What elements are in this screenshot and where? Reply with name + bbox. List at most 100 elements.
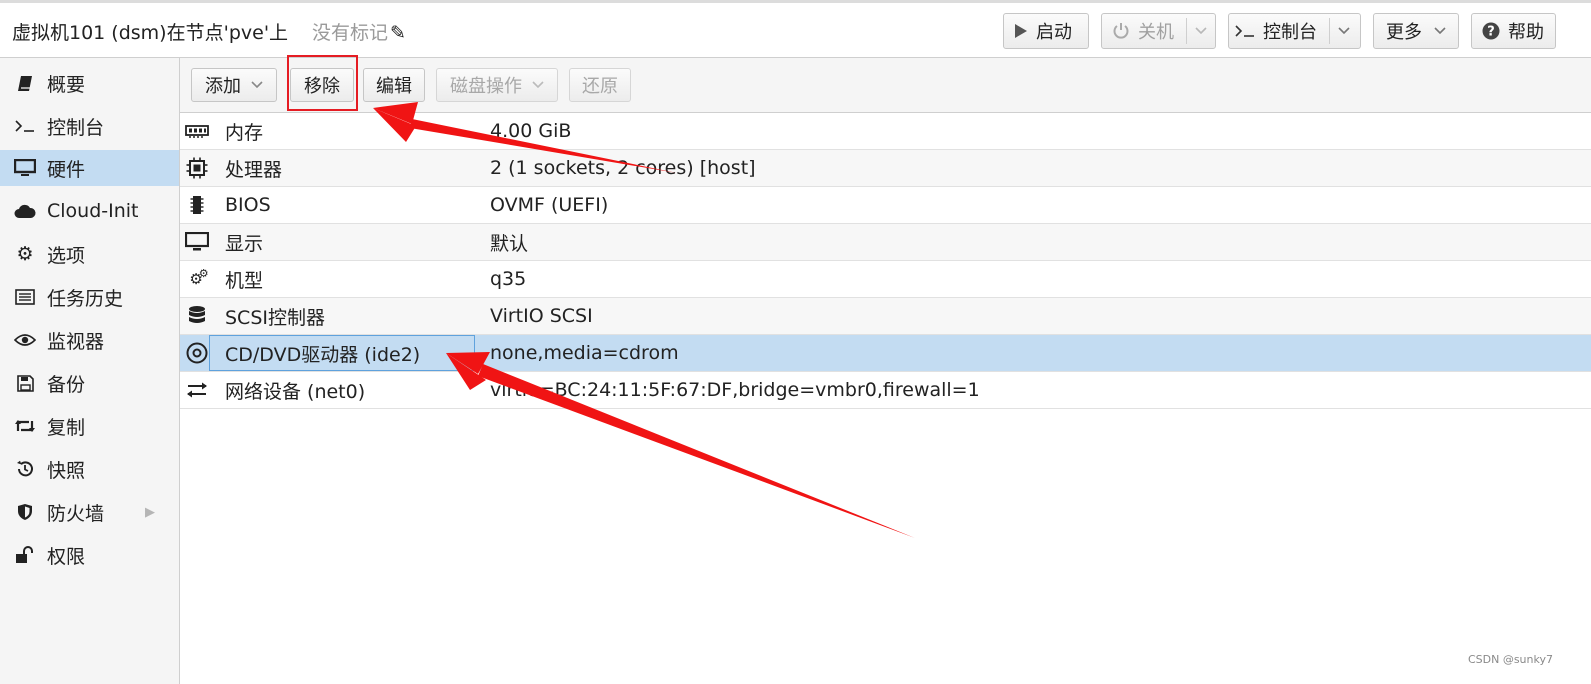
chevron-down-icon [532, 81, 544, 89]
exchange-icon [184, 382, 210, 398]
edit-button-label: 编辑 [376, 76, 412, 97]
list-icon [13, 289, 37, 305]
eye-icon [13, 333, 37, 347]
sidebar-item-label: 备份 [47, 373, 86, 396]
table-row[interactable]: ⚙ ⚙ 机型 q35 [180, 261, 1591, 298]
table-row[interactable]: SCSI控制器 VirtIO SCSI [180, 298, 1591, 335]
sidebar-item-options[interactable]: ⚙ 选项 [0, 236, 179, 272]
row-key: CD/DVD驱动器 (ide2) [225, 343, 421, 366]
annotation-highlight-box [287, 55, 358, 111]
sidebar-item-task-history[interactable]: 任务历史 [0, 279, 179, 315]
page-title: 虚拟机101 (dsm)在节点'pve'上 [12, 22, 289, 44]
sidebar-item-label: 控制台 [47, 116, 105, 139]
split-divider [1186, 18, 1187, 44]
power-icon [1112, 22, 1130, 40]
row-value: q35 [490, 268, 527, 290]
help-button[interactable]: ? 帮助 [1471, 13, 1556, 49]
sidebar-item-label: 权限 [47, 545, 86, 568]
sidebar-item-replication[interactable]: 复制 [0, 408, 179, 444]
cloud-icon [13, 204, 37, 219]
split-divider [1329, 18, 1330, 44]
memory-icon [184, 124, 210, 138]
expand-arrow-icon[interactable]: ▶ [145, 505, 155, 520]
sidebar-item-label: 任务历史 [47, 287, 124, 310]
sidebar-item-snapshots[interactable]: 快照 [0, 451, 179, 487]
tags-editor[interactable]: 没有标记 ✎ [312, 18, 406, 45]
row-value: none,media=cdrom [490, 342, 679, 364]
hardware-toolbar: 添加 移除 编辑 磁盘操作 还原 [180, 58, 1591, 113]
sidebar: 概要 控制台 硬件 Cloud-Init ⚙ 选项 任务历史 监视器 备份 复制… [0, 58, 180, 684]
history-icon [13, 460, 37, 478]
sidebar-item-label: Cloud-Init [47, 200, 139, 222]
row-key: SCSI控制器 [225, 306, 325, 329]
chevron-down-icon[interactable] [1338, 27, 1350, 35]
chevron-down-icon[interactable] [1195, 27, 1207, 35]
console-button[interactable]: 控制台 [1228, 13, 1361, 49]
shutdown-button[interactable]: 关机 [1101, 13, 1216, 49]
more-button[interactable]: 更多 [1373, 13, 1459, 49]
sidebar-item-backup[interactable]: 备份 [0, 365, 179, 401]
row-key: 内存 [225, 121, 264, 144]
database-icon [184, 305, 210, 327]
row-key: 机型 [225, 269, 264, 292]
monitor-icon [13, 159, 37, 177]
watermark: CSDN @sunky7 [1467, 653, 1553, 666]
more-button-label: 更多 [1386, 22, 1422, 43]
row-value: 默认 [490, 232, 529, 255]
sidebar-item-label: 监视器 [47, 330, 105, 353]
row-key: 显示 [225, 232, 264, 255]
chevron-down-icon [251, 81, 263, 89]
terminal-icon [13, 119, 37, 133]
sidebar-item-label: 防火墙 [47, 502, 105, 525]
row-value: virtio=BC:24:11:5F:67:DF,bridge=vmbr0,fi… [490, 379, 980, 401]
retweet-icon [13, 418, 37, 434]
book-icon [13, 75, 37, 92]
shutdown-button-label: 关机 [1138, 22, 1174, 43]
pencil-icon[interactable]: ✎ [390, 22, 406, 44]
revert-button[interactable]: 还原 [569, 68, 631, 102]
svg-text:?: ? [1487, 25, 1495, 40]
row-key: 网络设备 (net0) [225, 380, 366, 403]
edit-button[interactable]: 编辑 [363, 68, 425, 102]
question-circle-icon: ? [1482, 22, 1500, 40]
table-row[interactable]: 显示 默认 [180, 224, 1591, 261]
add-button[interactable]: 添加 [191, 68, 277, 102]
start-button-label: 启动 [1036, 22, 1072, 43]
sidebar-item-summary[interactable]: 概要 [0, 65, 179, 101]
sidebar-item-label: 复制 [47, 416, 86, 439]
cdrom-icon [184, 342, 210, 364]
unlock-icon [13, 546, 37, 564]
row-value: VirtIO SCSI [490, 305, 593, 327]
table-row[interactable]: 网络设备 (net0) virtio=BC:24:11:5F:67:DF,bri… [180, 372, 1591, 409]
sidebar-item-hardware[interactable]: 硬件 [0, 150, 179, 186]
top-bar: 虚拟机101 (dsm)在节点'pve'上 没有标记 ✎ 启动 关机 控制台 更多 [0, 0, 1591, 58]
row-key: BIOS [225, 194, 271, 216]
shield-icon [13, 503, 37, 521]
disk-action-button[interactable]: 磁盘操作 [436, 68, 558, 102]
sidebar-item-cloud-init[interactable]: Cloud-Init [0, 193, 179, 229]
sidebar-item-label: 快照 [47, 459, 86, 482]
sidebar-item-label: 硬件 [47, 158, 86, 181]
table-row-selected[interactable]: CD/DVD驱动器 (ide2) none,media=cdrom [180, 335, 1591, 372]
chevron-down-icon [1434, 27, 1446, 35]
sidebar-item-monitor[interactable]: 监视器 [0, 322, 179, 358]
row-value: OVMF (UEFI) [490, 194, 609, 216]
row-value: 2 (1 sockets, 2 cores) [host] [490, 157, 756, 179]
sidebar-item-firewall[interactable]: 防火墙 ▶ [0, 494, 179, 530]
cpu-icon [184, 157, 210, 179]
start-button[interactable]: 启动 [1003, 13, 1089, 49]
sidebar-item-label: 概要 [47, 73, 86, 96]
help-button-label: 帮助 [1508, 22, 1544, 43]
table-row[interactable]: BIOS OVMF (UEFI) [180, 187, 1591, 224]
sidebar-item-permissions[interactable]: 权限 [0, 537, 179, 573]
table-row[interactable]: 处理器 2 (1 sockets, 2 cores) [host] [180, 150, 1591, 187]
sidebar-item-label: 选项 [47, 244, 86, 267]
sidebar-item-console[interactable]: 控制台 [0, 108, 179, 144]
console-button-label: 控制台 [1263, 22, 1317, 43]
table-row[interactable]: 内存 4.00 GiB [180, 113, 1591, 150]
row-value: 4.00 GiB [490, 120, 572, 142]
disk-action-button-label: 磁盘操作 [450, 76, 522, 97]
revert-button-label: 还原 [582, 76, 618, 97]
play-icon [1014, 23, 1028, 39]
desktop-icon [184, 232, 210, 252]
